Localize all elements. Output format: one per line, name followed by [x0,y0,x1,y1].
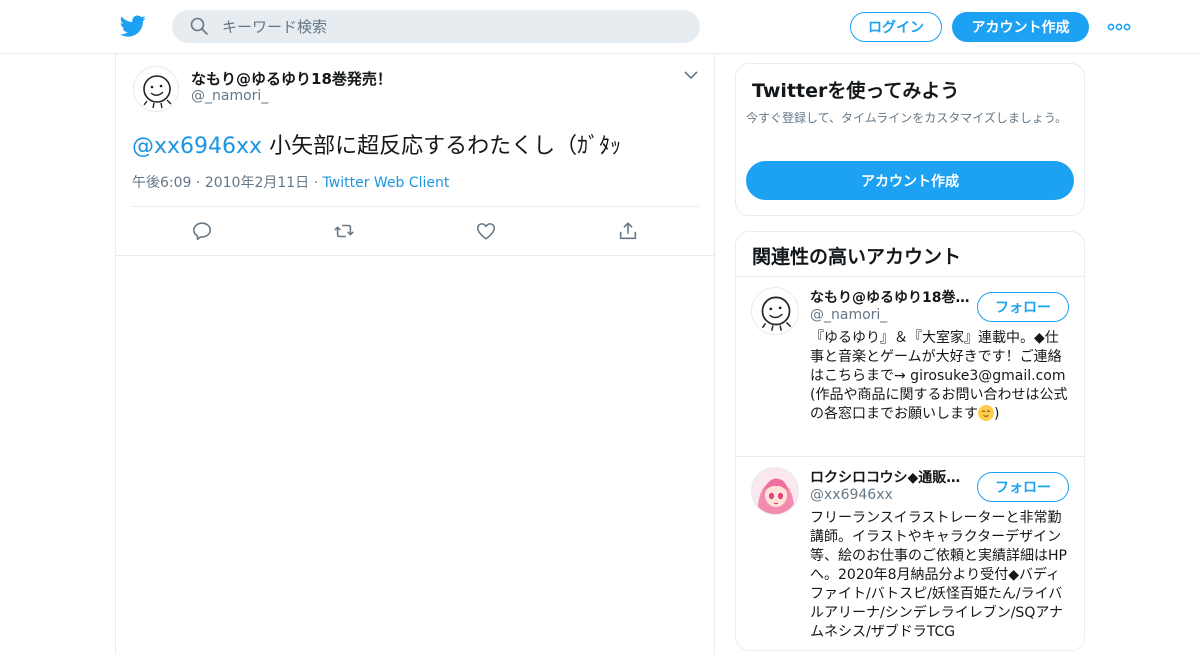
retweet-icon[interactable] [333,220,355,242]
related-accounts-card: 関連性の高いアカウント なもり@ゆるゆり18巻発売！ @_namori_ フォロ… [735,231,1085,651]
mention-link[interactable]: @xx6946xx [132,134,262,159]
search-icon [190,17,208,35]
avatar[interactable] [751,287,799,335]
signup-card: Twitterを使ってみよう 今すぐ登録して、タイムラインをカスタマイズしましょ… [735,63,1085,216]
follow-button[interactable]: フォロー [977,292,1069,322]
create-account-button[interactable]: アカウント作成 [746,161,1074,200]
relieved-face-emoji-icon [978,405,994,421]
author-handle[interactable]: @_namori_ [191,88,268,104]
divider [131,206,699,207]
reply-icon[interactable] [191,220,213,242]
bio-text-end: ) [994,406,1000,422]
divider [736,276,1084,277]
main-column: なもり@ゆるゆり18巻発売！ @_namori_ @xx6946xx 小矢部に超… [115,54,715,654]
signup-card-description: 今すぐ登録して、タイムラインをカスタマイズしましょう。 [746,111,1068,125]
divider [736,456,1084,457]
tweet-text: @xx6946xx 小矢部に超反応するわたくし（ｶﾞﾀｯ [132,128,621,160]
tweet-date[interactable]: 2010年2月11日 [205,175,309,191]
anime-girl-avatar-icon [752,468,798,514]
chevron-down-icon[interactable] [683,69,699,81]
bio-text: 『ゆるゆり』＆『大室家』連載中。◆仕事と音楽とゲームが大好きです！ご連絡はこちら… [810,330,1068,422]
more-dots-icon[interactable] [1107,20,1131,34]
signup-card-title: Twitterを使ってみよう [752,80,960,102]
meta-separator: · [195,175,201,191]
login-button[interactable]: ログイン [850,12,942,42]
avatar[interactable] [751,467,799,515]
avatar[interactable] [133,66,179,112]
account-name[interactable]: なもり@ゆるゆり18巻発売！ [810,287,970,307]
tweet-body: 小矢部に超反応するわたくし（ｶﾞﾀｯ [262,134,622,159]
twitter-bird-icon[interactable] [120,13,146,39]
follow-button[interactable]: フォロー [977,472,1069,502]
top-bar: ログイン アカウント作成 [0,0,1200,54]
tweet-client-link[interactable]: Twitter Web Client [323,175,450,191]
author-name[interactable]: なもり@ゆるゆり18巻発売！ [191,68,392,89]
tweet-meta: 午後6:09 · 2010年2月11日 · Twitter Web Client [132,172,449,192]
account-bio: 『ゆるゆり』＆『大室家』連載中。◆仕事と音楽とゲームが大好きです！ご連絡はこちら… [810,329,1072,424]
account-bio: フリーランスイラストレーターと非常勤講師。イラストやキャラクターデザイン等、絵の… [810,510,1067,640]
account-handle[interactable]: @xx6946xx [810,487,893,503]
search-input[interactable] [222,10,682,43]
meta-separator: · [313,175,319,191]
account-name[interactable]: ロクシロコウシ◆通販受付中 [810,467,970,487]
search-box[interactable] [172,10,700,43]
signup-button[interactable]: アカウント作成 [952,12,1089,42]
related-title: 関連性の高いアカウント [752,246,962,268]
share-icon[interactable] [617,220,639,242]
like-icon[interactable] [475,220,497,242]
namori-face-icon [761,296,792,331]
namori-face-icon [143,75,172,109]
account-handle[interactable]: @_namori_ [810,307,887,323]
tweet: なもり@ゆるゆり18巻発売！ @_namori_ @xx6946xx 小矢部に超… [116,54,714,256]
tweet-time[interactable]: 午後6:09 [132,175,191,191]
